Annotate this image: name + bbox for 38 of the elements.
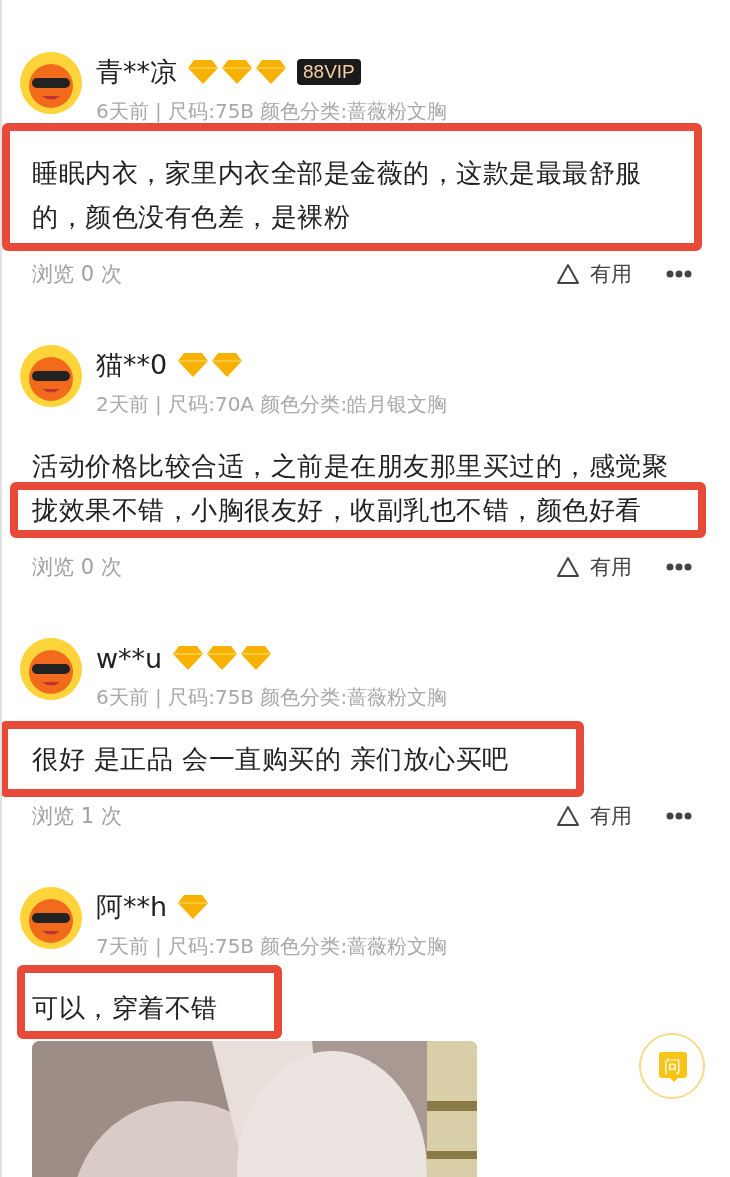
user-name: 阿**h <box>96 890 168 924</box>
diamond-icon <box>177 352 210 378</box>
avatar <box>18 343 84 409</box>
useful-button[interactable]: 有用 <box>556 802 632 830</box>
more-icon[interactable] <box>666 270 692 278</box>
user-name: w**u <box>96 642 163 674</box>
review-text: 活动价格比较合适，之前是在朋友那里买过的，感觉聚拢效果不错，小胸很友好，收副乳也不错，颜色好看 <box>32 450 669 527</box>
diamond-icon <box>221 59 253 85</box>
review-meta: 6天前 | 尺码:75B 颜色分类:蔷薇粉文胸 <box>96 684 448 711</box>
vip-badge: 88VIP <box>297 59 361 85</box>
review-text: 睡眠内衣，家里内衣全部是金薇的，这款是最最舒服的，颜色没有色差，是裸粉 <box>32 157 643 234</box>
review-meta: 7天前 | 尺码:75B 颜色分类:蔷薇粉文胸 <box>96 933 448 960</box>
review-text: 可以，穿着不错 <box>32 992 219 1025</box>
user-name: 青**凉 <box>96 55 177 89</box>
user-name: 猫**0 <box>96 348 168 382</box>
useful-button[interactable]: 有用 <box>556 260 632 288</box>
avatar <box>18 50 84 116</box>
more-icon[interactable] <box>666 812 692 820</box>
useful-button[interactable]: 有用 <box>556 553 632 581</box>
diamond-icon <box>172 645 205 671</box>
review-meta: 6天前 | 尺码:75B 颜色分类:蔷薇粉文胸 <box>96 98 448 125</box>
avatar <box>18 636 84 702</box>
diamond-icon <box>187 59 219 85</box>
diamond-icon <box>255 59 287 85</box>
view-count: 浏览 1 次 <box>32 803 122 830</box>
triangle-icon <box>556 805 580 827</box>
view-count: 浏览 0 次 <box>32 554 122 581</box>
review-text: 很好 是正品 会一直购买的 亲们放心买吧 <box>32 743 510 776</box>
more-icon[interactable] <box>666 563 692 571</box>
view-count: 浏览 0 次 <box>32 261 122 288</box>
avatar <box>18 885 84 951</box>
diamond-icon <box>211 352 244 378</box>
triangle-icon <box>556 556 580 578</box>
diamond-icon <box>240 645 273 671</box>
review-meta: 2天前 | 尺码:70A 颜色分类:皓月银文胸 <box>96 391 448 418</box>
triangle-icon <box>556 263 580 285</box>
diamond-icon <box>206 645 239 671</box>
diamond-icon <box>177 894 210 920</box>
